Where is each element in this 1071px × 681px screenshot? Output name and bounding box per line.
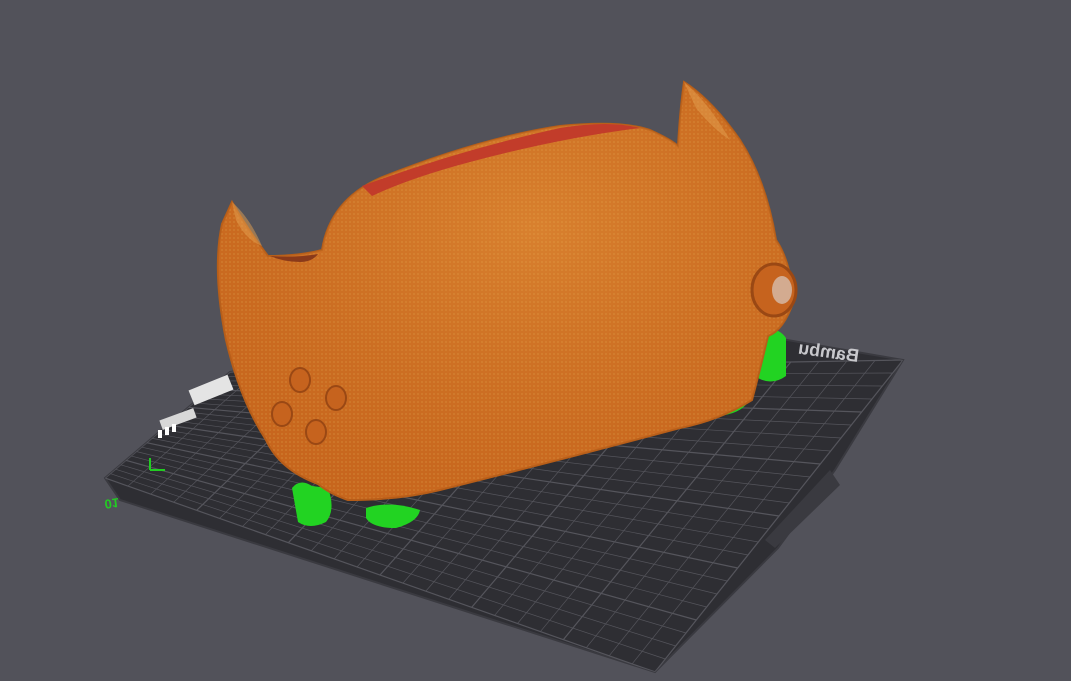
- scene-canvas[interactable]: Bambu 01: [0, 0, 1071, 681]
- plate-number-label: 01: [104, 495, 120, 512]
- 3d-viewport[interactable]: Bambu 01: [0, 0, 1071, 681]
- thumbstick-hole-inner: [772, 276, 792, 304]
